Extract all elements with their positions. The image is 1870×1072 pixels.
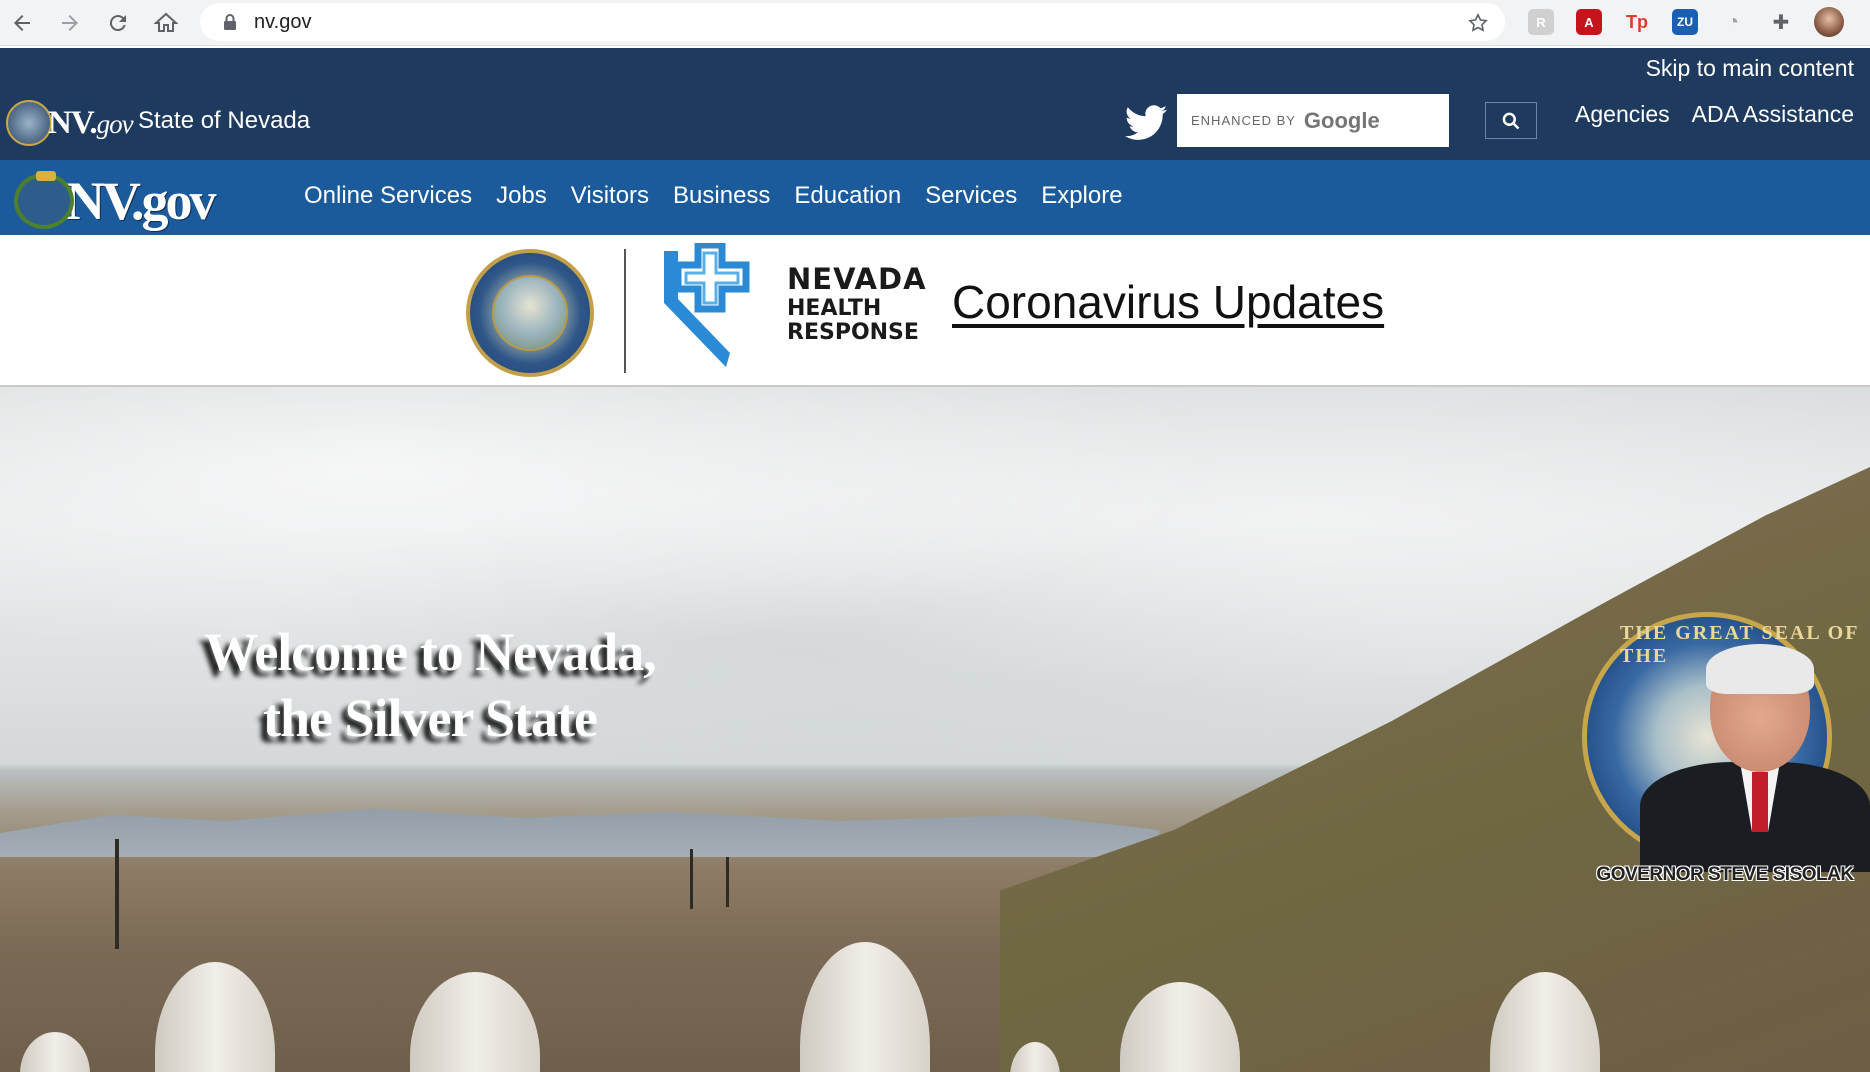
nvgov-logo[interactable]: NV.gov (14, 170, 217, 232)
great-seal-icon[interactable] (466, 249, 594, 377)
nav-item-education[interactable]: Education (794, 182, 901, 210)
reader-icon[interactable]: R (1528, 9, 1554, 35)
search-enhanced-label: ENHANCED BY (1191, 113, 1296, 128)
health-response-text: NEVADA HEALTH RESPONSE (787, 262, 927, 345)
nav-item-services[interactable]: Services (925, 182, 1017, 210)
twitter-icon[interactable] (1120, 99, 1172, 145)
forward-arrow-icon (62, 15, 78, 31)
puzzle-icon[interactable]: ✚ (1768, 9, 1794, 35)
utility-pole (726, 857, 729, 907)
nav-item-visitors[interactable]: Visitors (571, 182, 649, 210)
ghost-sculpture (800, 942, 930, 1072)
profile-avatar[interactable] (1814, 7, 1844, 37)
ghost-sculpture (410, 972, 540, 1072)
skip-to-main-link[interactable]: Skip to main content (1646, 55, 1854, 82)
utility-pole (115, 839, 119, 949)
state-name[interactable]: State of Nevada (138, 107, 310, 135)
logo-text: NV.gov (48, 104, 134, 141)
nav-item-explore[interactable]: Explore (1041, 182, 1122, 210)
top-links: Agencies ADA Assistance (1575, 101, 1854, 128)
main-nav: NV.gov Online Services Jobs Visitors Bus… (0, 160, 1870, 235)
zu-icon[interactable]: ZU (1672, 9, 1698, 35)
search-input[interactable]: ENHANCED BY Google (1177, 94, 1449, 147)
lock-icon (224, 14, 236, 30)
back-button[interactable] (2, 3, 42, 43)
browser-toolbar: nv.gov R A Tp ZU ◔ ✚ (0, 0, 1870, 46)
search-provider-label: Google (1303, 107, 1380, 133)
reload-icon (109, 15, 126, 32)
governor-hair (1706, 644, 1814, 694)
address-bar[interactable]: nv.gov (200, 3, 1505, 41)
link-agencies[interactable]: Agencies (1575, 101, 1670, 128)
wreath-emblem-icon (14, 171, 74, 229)
nav-item-online-services[interactable]: Online Services (304, 182, 472, 210)
back-arrow-icon (14, 15, 30, 31)
nav-item-jobs[interactable]: Jobs (496, 182, 547, 210)
url-text: nv.gov (254, 10, 312, 33)
governor-badge[interactable]: THE GREAT SEAL OF THE GOVERNOR STEVE SIS… (1580, 612, 1870, 894)
home-icon (154, 12, 178, 32)
nvgov-small-logo[interactable]: NV.gov (6, 100, 134, 146)
hero-title: Welcome to Nevada, the Silver State (204, 622, 656, 748)
governor-tie (1752, 772, 1768, 832)
link-ada-assistance[interactable]: ADA Assistance (1692, 101, 1854, 128)
ghost-sculpture (155, 962, 275, 1072)
bookmark-star-icon[interactable] (1467, 12, 1489, 34)
coronavirus-updates-link[interactable]: Coronavirus Updates (952, 275, 1384, 329)
ghost-sculpture (20, 1032, 90, 1072)
banner-divider (624, 249, 626, 373)
nav-item-business[interactable]: Business (673, 182, 770, 210)
home-button[interactable] (146, 3, 186, 43)
nav-logo-text: NV.gov (66, 171, 217, 231)
health-response-logo-icon[interactable] (660, 243, 770, 371)
governor-caption: GOVERNOR STEVE SISOLAK (1596, 864, 1854, 885)
forward-button[interactable] (50, 3, 90, 43)
history-icon[interactable]: ◔ (1720, 9, 1746, 35)
covid-banner: NEVADA HEALTH RESPONSE Coronavirus Updat… (0, 235, 1870, 387)
search-icon (1502, 112, 1520, 129)
acrobat-icon[interactable]: A (1576, 9, 1602, 35)
search-button[interactable] (1485, 102, 1537, 139)
nevada-seal-icon (6, 100, 52, 146)
tp-icon[interactable]: Tp (1624, 9, 1650, 35)
utility-pole (690, 849, 693, 909)
reload-button[interactable] (98, 3, 138, 43)
nav-menu: Online Services Jobs Visitors Business E… (304, 182, 1123, 210)
